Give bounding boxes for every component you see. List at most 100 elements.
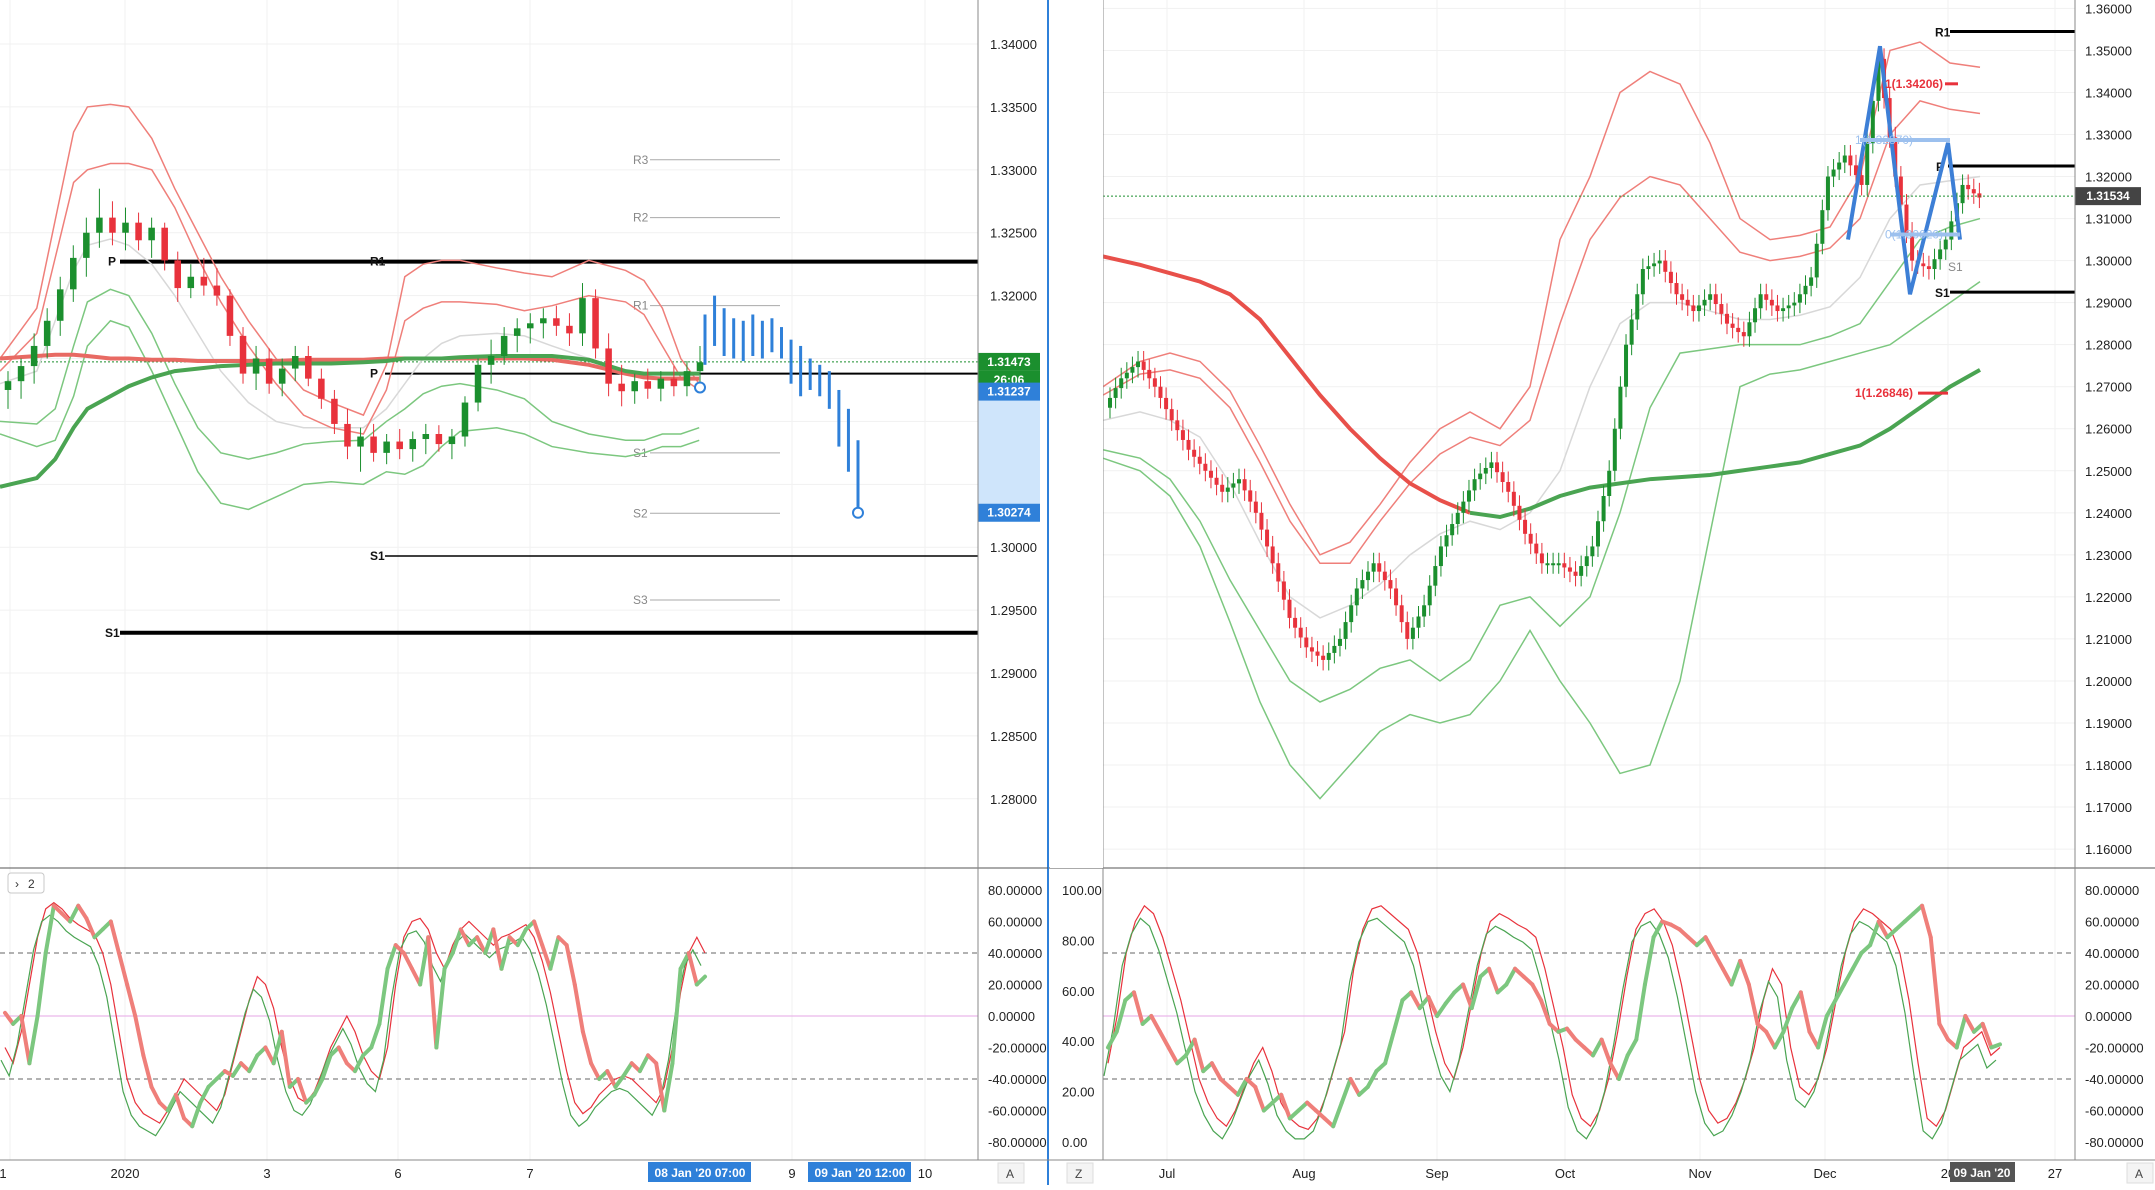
right-price-tick-label: 1.30000 [2085,254,2132,269]
candle-body [500,335,508,357]
forecast-range-highlight [978,389,1040,510]
candle-body [1562,563,1567,568]
candle-body [1315,651,1320,656]
right-zoom-button[interactable]: Z [1066,1162,1094,1184]
candle-body [1646,266,1651,270]
candle-body [1242,479,1247,491]
left-price-tick-label: 1.28500 [990,729,1037,744]
candle-body [1455,512,1460,525]
candle-body [1416,616,1421,628]
candle-body [252,358,260,374]
fib-annotation: 1(1.26846) [1855,386,1913,400]
candle-body [1803,285,1808,295]
candle-body [318,378,325,399]
candle-body [1394,588,1399,606]
oscillator-left-tick-label: 60.00 [1062,984,1095,999]
candle-body [1371,563,1376,572]
candle-body [370,436,377,453]
left-time-tick-label: 3 [263,1166,270,1181]
candle-body [644,381,652,389]
candle-body [1523,519,1528,534]
svg-text:A: A [1006,1167,1014,1181]
candle-body [1837,162,1842,170]
candle-body [305,356,312,379]
candle-body [1601,496,1606,522]
candle-body [1567,567,1572,572]
candle-body [487,356,495,365]
candle-body [1377,563,1382,572]
left-price-tick-label: 1.33500 [990,100,1037,115]
oscillator-legend-toggle[interactable]: › 2 [7,872,45,894]
right-level-label: S1 [1935,286,1950,300]
candle-body [1921,263,1926,267]
candle-body [1814,243,1819,278]
candle-body [448,436,456,445]
left-auto-scale-button[interactable]: A [997,1162,1025,1184]
candle-body [396,441,403,450]
right-price-tick-label: 1.24000 [2085,506,2132,521]
candle-body [670,378,678,387]
candle-body [174,260,181,289]
right-price-tick-label: 1.27000 [2085,380,2132,395]
pivot-level-label: R1 [370,255,386,269]
candle-body [200,276,208,286]
candle-body [239,335,247,374]
candle-body [1309,647,1314,652]
candle-body [1220,484,1225,492]
oscillator-left-tick-label: 20.00 [1062,1085,1095,1100]
candle-body [1366,571,1371,581]
candle-body [513,328,521,336]
right-left-gutter [1050,0,1103,868]
candle-body [1685,299,1690,306]
right-time-tick-label: Jul [1159,1166,1176,1181]
chevron-right-icon: › [15,877,19,891]
right-price-tick-label: 1.19000 [2085,716,2132,731]
pivot-level-label: P [108,255,116,269]
candle-body [1551,563,1556,566]
pivot-level-label: S1 [370,549,385,563]
right-time-tick-label: Nov [1688,1166,1712,1181]
fib-annotation: 1(1.32870) [1855,133,1913,147]
fib-annotation: 0(1.30620) [1885,228,1943,242]
candle-body [1517,505,1522,520]
candle-body [1528,533,1533,544]
candle-body [1741,332,1746,337]
right-auto-scale-button[interactable]: A [2126,1162,2154,1184]
candle-body [1382,571,1387,581]
left-time-tick-label: 9 [788,1166,795,1181]
oscillator-tick-label: 60.00000 [988,915,1042,930]
left-price-tick-label: 1.32000 [990,289,1037,304]
candle-body [631,381,638,392]
right-price-tick-label: 1.32000 [2085,170,2132,185]
oscillator-tick-label: -60.00000 [2085,1104,2144,1119]
forecast-end-marker [852,506,864,519]
right-price-tick-label: 1.21000 [2085,632,2132,647]
candle-body [1321,655,1326,660]
charts-canvas[interactable]: P R1 P S1 S1 R3 R2 R1 S1 S2 S3 1.34000 1.33500 1.330… [0,0,2155,1185]
oscillator-tick-label: -40.00000 [988,1072,1047,1087]
candle-body [1108,397,1112,408]
candle-body [1119,378,1124,389]
candle-body [1113,388,1118,398]
right-price-tick-label: 1.20000 [2085,674,2132,689]
candle-body [83,232,90,258]
candle-body [1730,323,1735,328]
right-price-tick-label: 1.34000 [2085,85,2132,100]
candle-body [618,383,625,392]
svg-text:A: A [2135,1167,2143,1181]
candle-body [1573,571,1578,576]
right-price-tick-label: 1.28000 [2085,338,2132,353]
oscillator-left-tick-label: 40.00 [1062,1034,1095,1049]
oscillator-tick-label: 20.00000 [2085,978,2139,993]
right-price-tick-label: 1.29000 [2085,296,2132,311]
candle-body [1192,449,1197,457]
candle-body [1539,553,1544,564]
candle-body [1354,588,1359,606]
candle-body [148,227,155,241]
oscillator-tick-label: 80.00000 [2085,883,2139,898]
oscillator-tick-label: -80.00000 [2085,1135,2144,1150]
candle-body [1214,477,1219,485]
candle-body [1438,546,1443,567]
candle-body [4,381,12,390]
pivot-level-label: P [370,367,378,381]
